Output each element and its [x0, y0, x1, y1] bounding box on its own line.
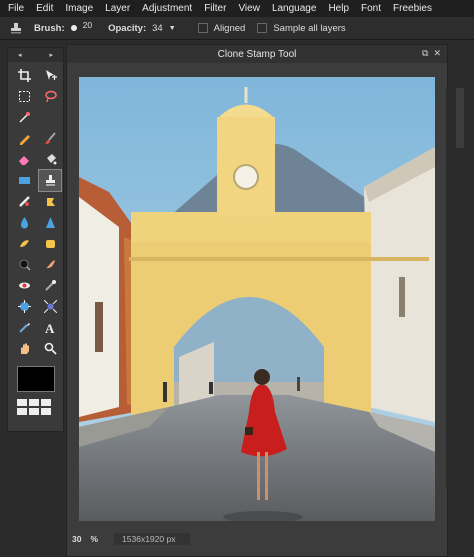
- gradient-icon[interactable]: [13, 170, 35, 191]
- brush-icon[interactable]: [39, 128, 61, 149]
- blur-icon[interactable]: [13, 212, 35, 233]
- menu-font[interactable]: Font: [355, 3, 387, 14]
- move-icon[interactable]: [39, 65, 61, 86]
- opacity-dropdown-icon[interactable]: ▼: [169, 25, 176, 32]
- panel-titlebar: Clone Stamp Tool ⧉ ✕: [67, 45, 447, 63]
- tool-grid: A: [8, 62, 63, 359]
- patch-icon[interactable]: [39, 191, 61, 212]
- opacity-label: Opacity:: [108, 22, 147, 34]
- image-canvas[interactable]: [79, 77, 435, 521]
- panel-title: Clone Stamp Tool: [217, 48, 297, 60]
- clone-stamp-icon[interactable]: [38, 169, 62, 192]
- zoom-unit: %: [90, 534, 99, 544]
- image-dimensions: 1536x1920 px: [114, 533, 191, 545]
- foreground-color-swatch[interactable]: [17, 366, 55, 392]
- menu-freebies[interactable]: Freebies: [387, 3, 438, 14]
- empty-tool-slot: [39, 107, 61, 128]
- pinch-icon[interactable]: [39, 296, 61, 317]
- zoom-icon[interactable]: [39, 338, 61, 359]
- menu-edit[interactable]: Edit: [30, 3, 59, 14]
- eraser-icon[interactable]: [13, 149, 35, 170]
- magic-wand-icon[interactable]: [13, 107, 35, 128]
- opacity-value[interactable]: 34: [152, 23, 163, 34]
- menu-bar: File Edit Image Layer Adjustment Filter View La…: [0, 0, 474, 17]
- sample-all-layers-label: Sample all layers: [273, 22, 346, 34]
- toolbox: ◂ ▸ A: [7, 47, 64, 432]
- collapse-left-icon[interactable]: ◂: [18, 51, 22, 59]
- picker-icon[interactable]: [13, 317, 35, 338]
- dodge-icon[interactable]: [39, 254, 61, 275]
- sharpen-icon[interactable]: [39, 212, 61, 233]
- image-panel: Clone Stamp Tool ⧉ ✕ 30 % 1536x1920 px: [66, 44, 448, 557]
- sample-all-layers-checkbox[interactable]: [257, 23, 268, 33]
- status-bar: 30 % 1536x1920 px: [67, 532, 447, 546]
- tool-options-bar: Brush: 20 Opacity: 34 ▼ Aligned Sample a…: [0, 17, 474, 40]
- menu-file[interactable]: File: [0, 3, 30, 14]
- menu-help[interactable]: Help: [322, 3, 355, 14]
- replace-color-icon[interactable]: [39, 275, 61, 296]
- photo: [79, 77, 435, 521]
- bucket-icon[interactable]: [39, 149, 61, 170]
- crop-icon[interactable]: [13, 65, 35, 86]
- svg-text:A: A: [45, 321, 55, 334]
- sponge-icon[interactable]: [39, 233, 61, 254]
- hand-icon[interactable]: [13, 338, 35, 359]
- brush-size[interactable]: 20: [83, 20, 92, 30]
- brush-preview[interactable]: [70, 25, 77, 31]
- restore-icon[interactable]: ⧉: [422, 48, 428, 59]
- close-icon[interactable]: ✕: [433, 48, 441, 59]
- menu-image[interactable]: Image: [59, 3, 99, 14]
- grid-view-icon[interactable]: [17, 399, 63, 415]
- aligned-label: Aligned: [213, 22, 246, 34]
- smudge-icon[interactable]: [13, 233, 35, 254]
- heal-icon[interactable]: [13, 191, 35, 212]
- lasso-icon[interactable]: [39, 86, 61, 107]
- zoom-value[interactable]: 30: [72, 534, 81, 544]
- menu-adjustment[interactable]: Adjustment: [136, 3, 198, 14]
- marquee-icon[interactable]: [13, 86, 35, 107]
- text-icon[interactable]: A: [39, 317, 61, 338]
- menu-layer[interactable]: Layer: [99, 3, 136, 14]
- pencil-icon[interactable]: [13, 128, 35, 149]
- toolbox-header: ◂ ▸: [8, 48, 63, 62]
- bloat-icon[interactable]: [13, 296, 35, 317]
- brush-label: Brush:: [34, 22, 65, 34]
- menu-language[interactable]: Language: [266, 3, 323, 14]
- redeye-icon[interactable]: [13, 275, 35, 296]
- aligned-checkbox[interactable]: [197, 23, 208, 33]
- right-scrollbar-track[interactable]: [446, 88, 474, 488]
- collapse-right-icon[interactable]: ▸: [49, 51, 53, 59]
- burn-icon[interactable]: [13, 254, 35, 275]
- menu-view[interactable]: View: [232, 3, 266, 14]
- menu-filter[interactable]: Filter: [198, 3, 232, 14]
- clone-stamp-icon[interactable]: [10, 22, 22, 34]
- scroll-handle[interactable]: [456, 88, 464, 148]
